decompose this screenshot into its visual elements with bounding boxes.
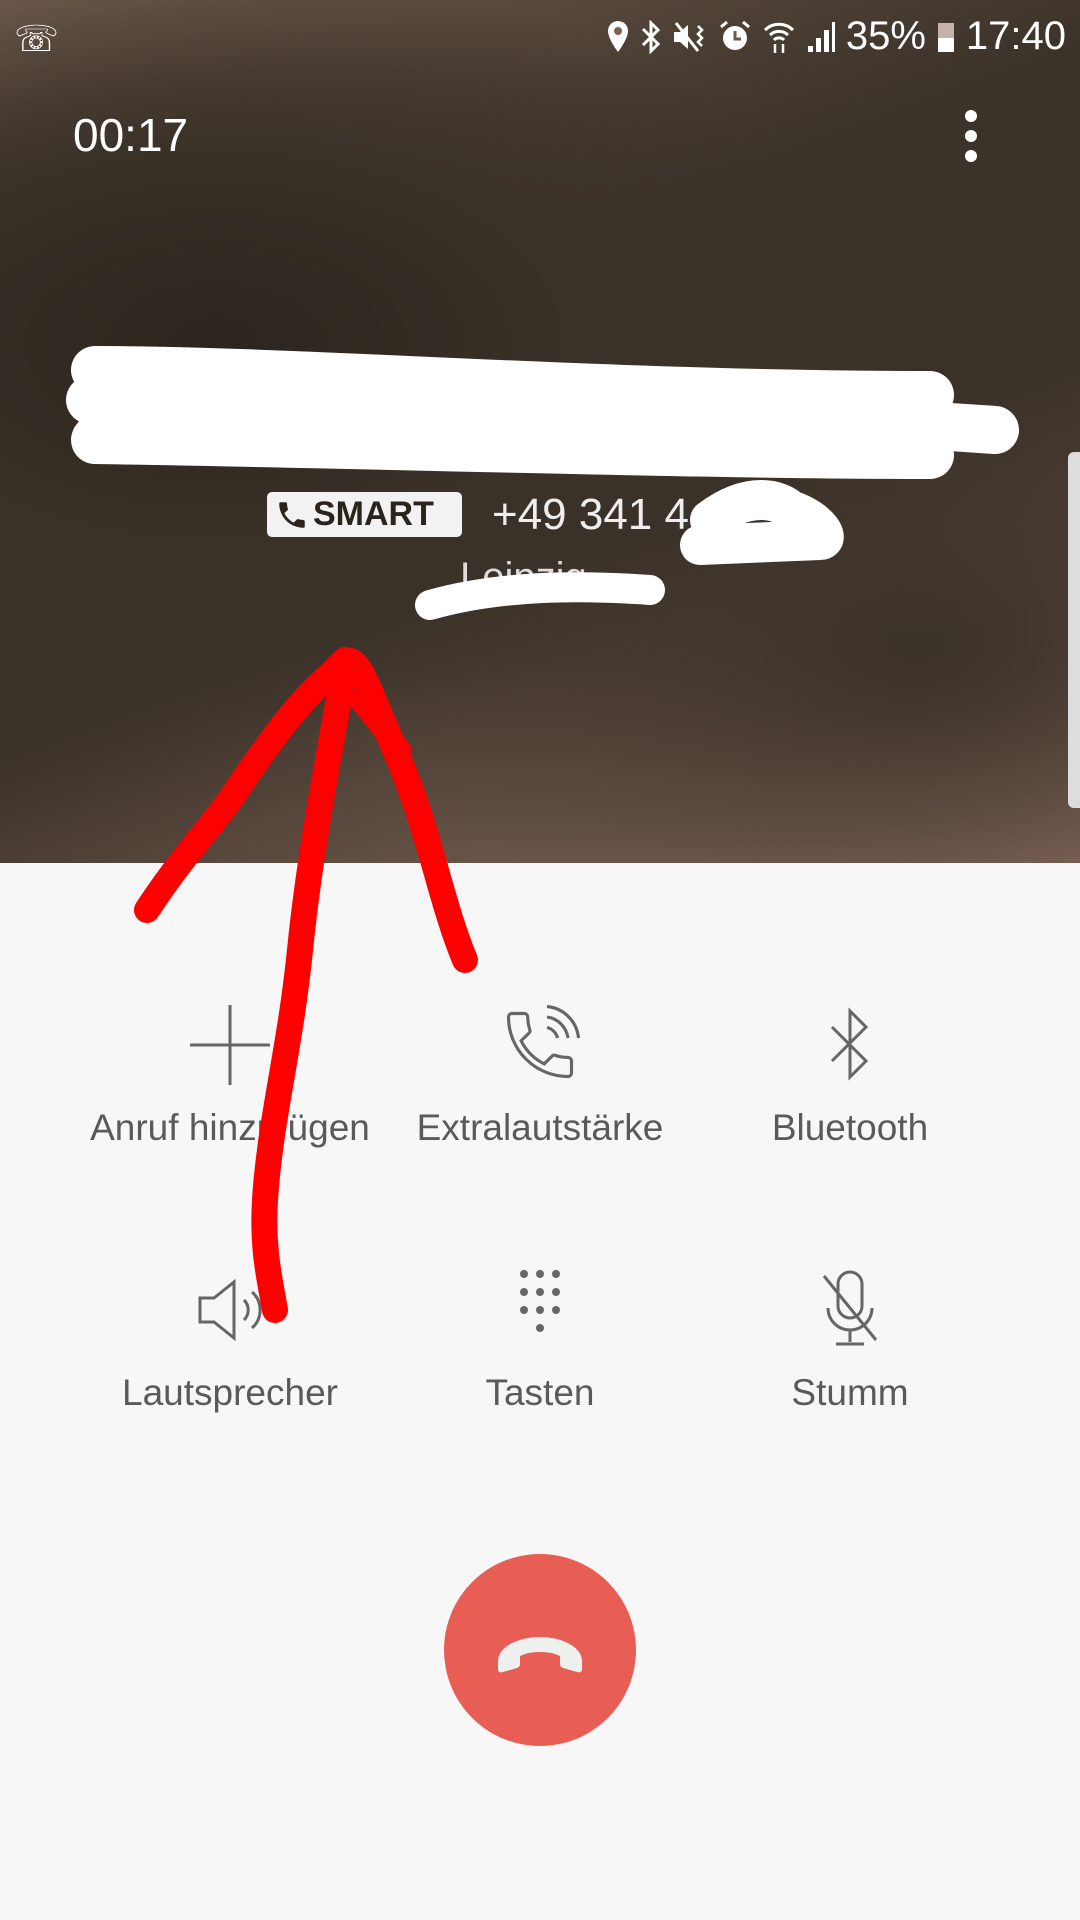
caller-location: Leipzig [460,555,587,599]
end-call-button[interactable] [444,1554,636,1746]
clock: 17:40 [965,14,1066,58]
speaker-button[interactable]: Lautsprecher [80,1268,380,1414]
battery-percent: 35% [845,14,926,58]
extra-volume-button[interactable]: Extralautstärke [390,1003,690,1149]
bluetooth-icon [641,19,660,54]
extra-volume-icon [506,1004,581,1079]
bluetooth-label: Bluetooth [771,1107,929,1148]
end-call-icon [498,1637,582,1673]
phone-icon: ☏ [14,18,60,59]
alarm-icon [719,20,750,50]
keypad-label: Tasten [485,1372,595,1413]
status-bar: ☏ 35% 17:40 [0,0,1080,75]
smart-call-badge: SMART [267,492,462,537]
mute-button[interactable]: Stumm [700,1268,1000,1414]
edge-panel-handle[interactable] [1068,452,1080,808]
keypad-button[interactable]: Tasten [390,1268,690,1414]
bluetooth-button[interactable]: Bluetooth [700,1003,1000,1149]
add-call-button[interactable]: Anruf hinzufügen [80,1003,380,1149]
location-icon [607,20,628,52]
signal-icon [807,21,835,52]
speaker-label: Lautsprecher [122,1372,338,1413]
keypad-icon [520,1270,560,1332]
call-duration: 00:17 [73,109,189,161]
wifi-icon [763,22,794,53]
more-options-icon[interactable] [958,110,984,166]
bluetooth-icon [830,1007,869,1081]
mute-label: Stumm [791,1372,909,1413]
mute-vibrate-icon [673,21,704,52]
phone-icon [279,501,305,528]
battery-icon [937,22,954,52]
badge-label: SMART [313,495,434,533]
add-call-icon [190,1005,270,1085]
caller-number: +49 341 4 [492,490,689,539]
mute-mic-icon [822,1270,878,1346]
add-call-label: Anruf hinzufügen [90,1107,370,1148]
speaker-icon [198,1278,262,1342]
extra-volume-label: Extralautstärke [416,1107,664,1148]
